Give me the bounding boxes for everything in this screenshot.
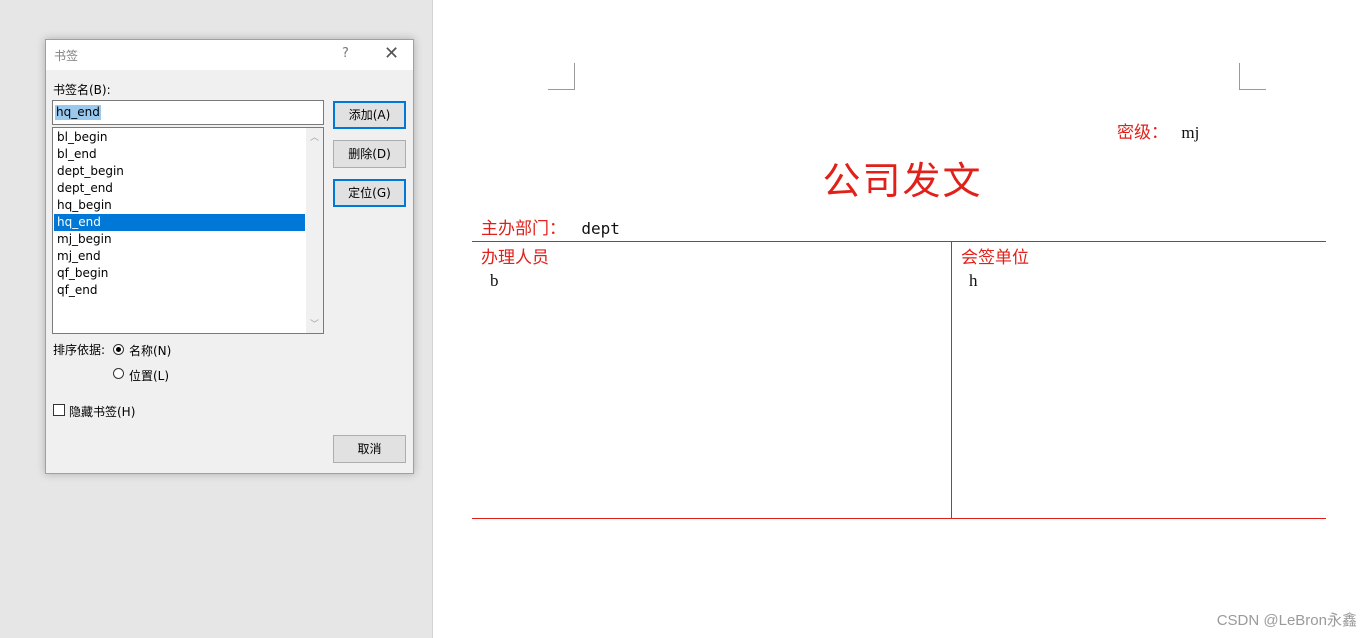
close-icon[interactable]: ✕ [384,43,399,64]
add-button[interactable]: 添加(A) [333,101,406,129]
bookmark-dialog: 书签 ? ✕ 书签名(B): hq_end ︿ ﹀ bl_begin bl_end… [45,39,414,474]
bookmark-list-item[interactable]: mj_begin [54,231,305,248]
sort-label: 排序依据: [53,343,106,357]
goto-button[interactable]: 定位(G) [333,179,406,207]
dept-label: 主办部门： [481,219,566,239]
sort-by-location-label[interactable]: 位置(L) [129,367,169,384]
bookmark-list-item[interactable]: dept_begin [54,163,305,180]
bookmark-list-item[interactable]: qf_end [54,282,305,299]
bookmark-name-label: 书签名(B): [53,83,111,97]
watermark: CSDN @LeBron永鑫 [1216,612,1357,629]
cancel-button[interactable]: 取消 [333,435,406,463]
sort-by-name-label[interactable]: 名称(N) [129,342,171,359]
table-bottom-border [472,518,1326,519]
countersign-label: 会签单位 [961,248,1029,268]
margin-corner-top-right [1239,63,1266,90]
hide-bookmarks-checkbox[interactable] [53,404,65,416]
secret-level-value: mj [1181,123,1200,142]
hide-bookmarks-label[interactable]: 隐藏书签(H) [69,403,135,420]
handler-value: b [490,271,499,290]
bookmark-list-item[interactable]: dept_end [54,180,305,197]
document-title: 公司发文 [822,159,983,203]
dept-value: dept [581,219,620,238]
bookmark-list-item[interactable]: qf_begin [54,265,305,282]
sort-by-name-radio[interactable] [113,344,124,355]
margin-corner-top-left [548,63,575,90]
table-middle-border [951,241,952,518]
document-page[interactable]: 密级： mj 公司发文 主办部门： dept 办理人员 b 会签单位 h CSD… [432,0,1371,638]
dialog-title: 书签 [54,49,79,63]
bookmark-name-value: hq_end [55,105,101,120]
bookmark-list-item[interactable]: bl_begin [54,129,305,146]
bookmark-list-item[interactable]: hq_begin [54,197,305,214]
dialog-titlebar[interactable]: 书签 ? ✕ [46,40,413,70]
dept-row: 主办部门： dept [481,214,620,239]
bookmark-list-item[interactable]: bl_end [54,146,305,163]
secret-level-label: 密级： [1117,123,1168,143]
delete-button[interactable]: 删除(D) [333,140,406,168]
bookmark-name-input[interactable]: hq_end [52,100,324,125]
bookmark-list[interactable]: ︿ ﹀ bl_begin bl_end dept_begin dept_end hq_b… [52,127,324,334]
table-top-border [472,241,1326,242]
scroll-up-icon[interactable]: ︿ [310,130,319,143]
bookmark-list-item[interactable]: hq_end [54,214,305,231]
secret-level-row: 密级： mj [1117,118,1199,143]
list-scrollbar[interactable]: ︿ ﹀ [306,128,323,333]
countersign-value: h [969,271,978,290]
sort-by-location-radio[interactable] [113,368,124,379]
radio-dot [116,347,121,352]
handler-label: 办理人员 [481,248,549,268]
scroll-down-icon[interactable]: ﹀ [310,317,319,330]
help-button[interactable]: ? [342,46,349,61]
bookmark-list-item[interactable]: mj_end [54,248,305,265]
